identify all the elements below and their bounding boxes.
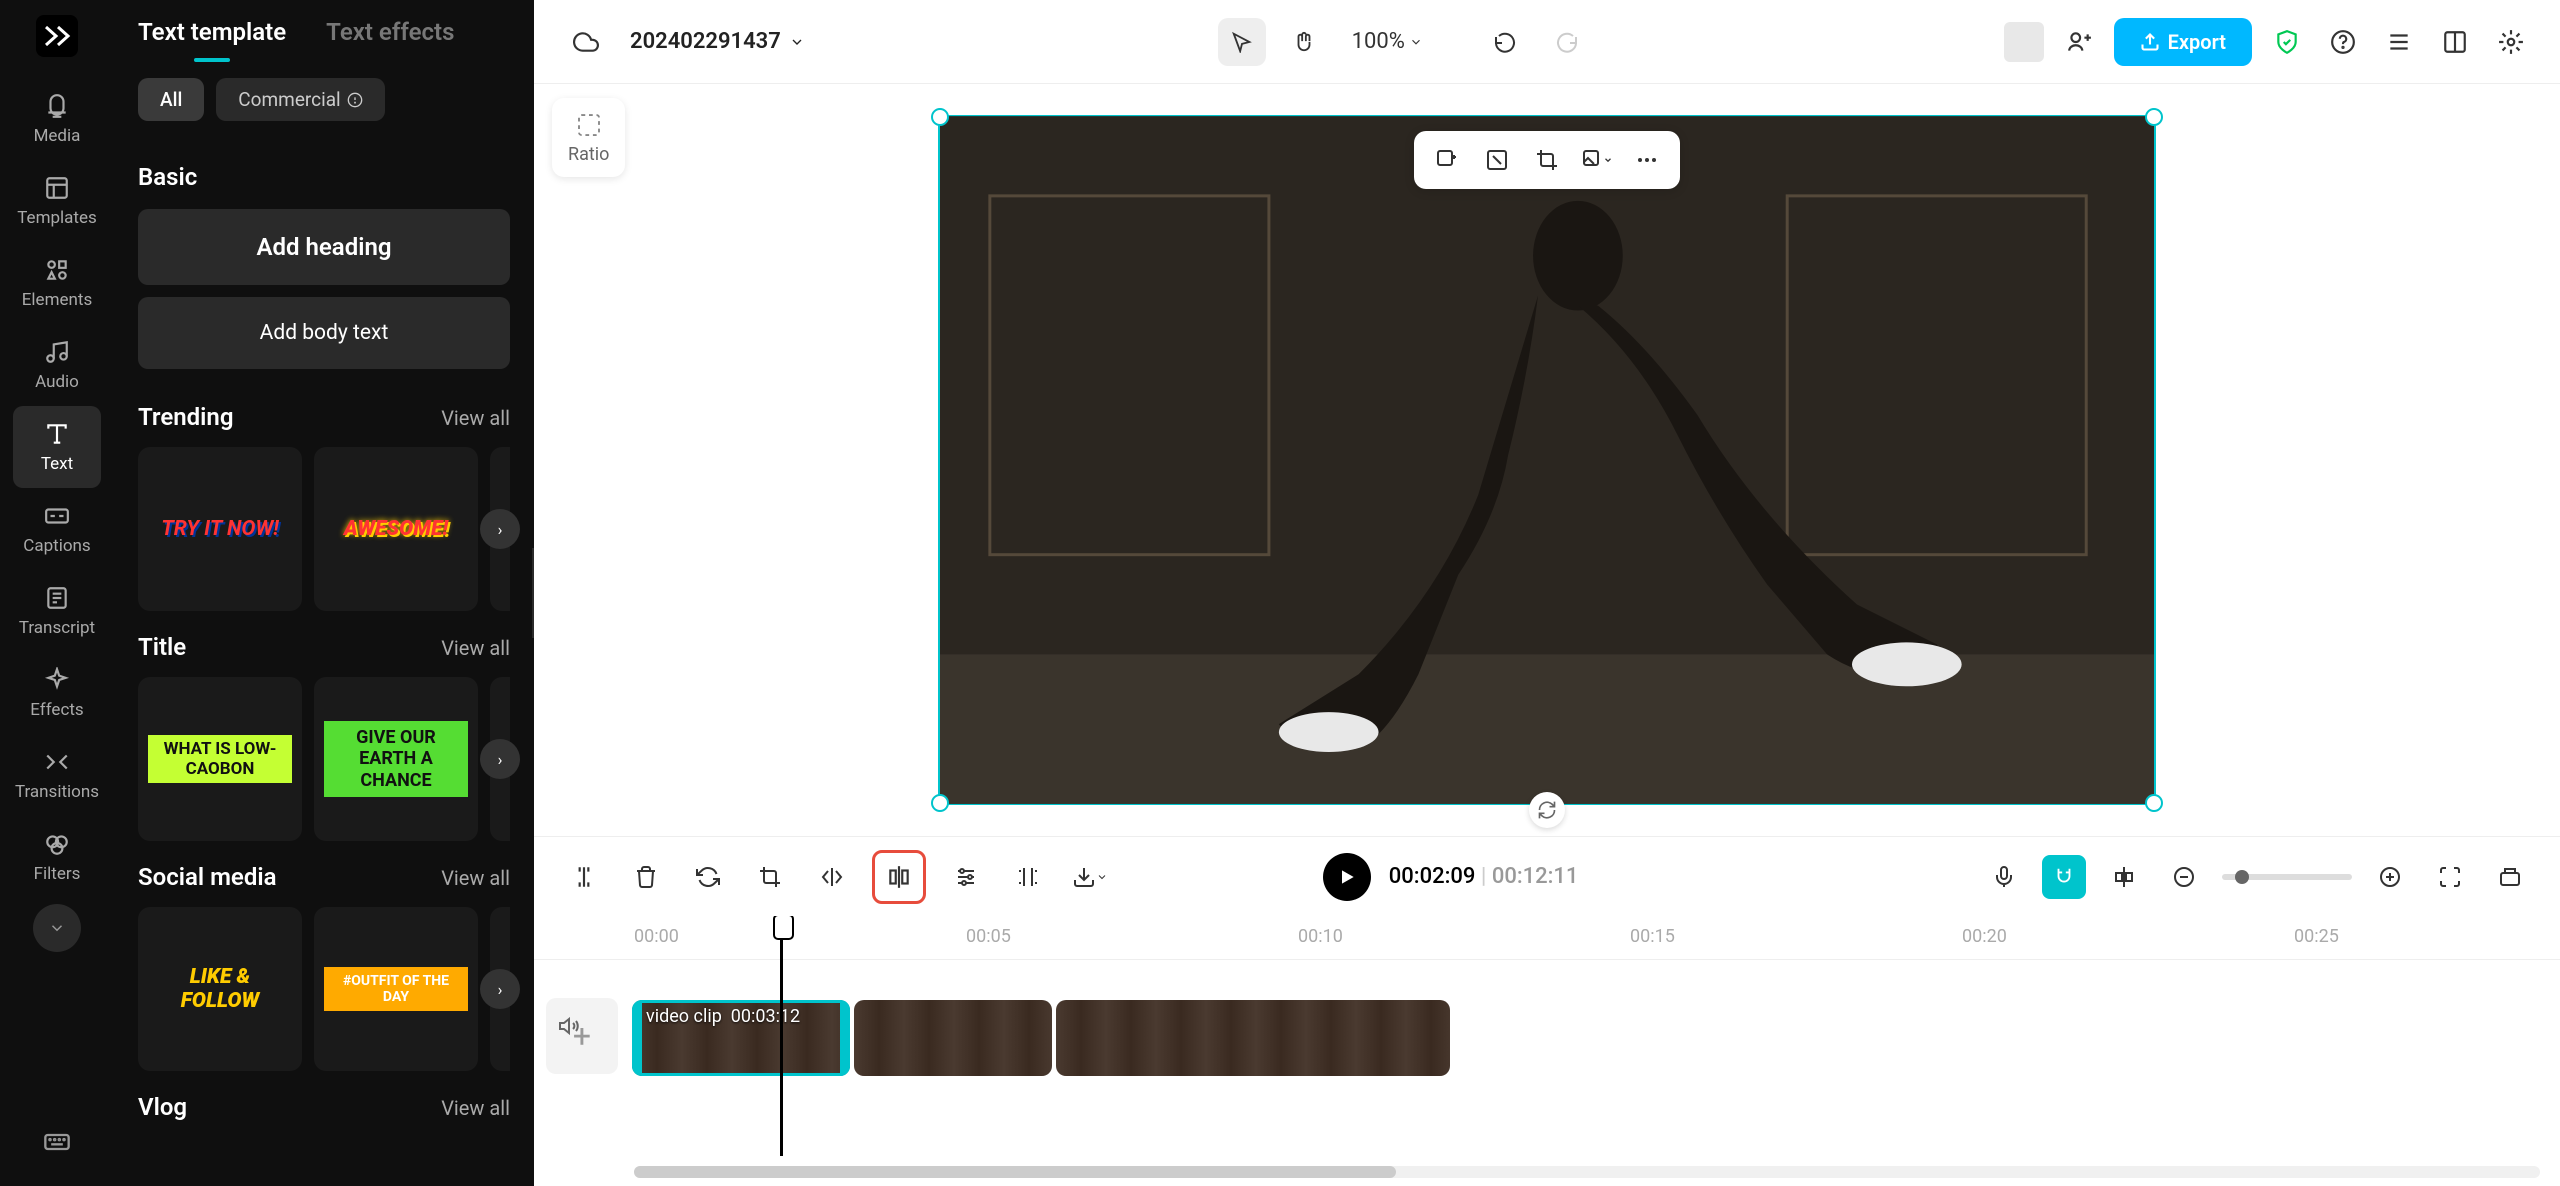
selection-handle[interactable] (931, 794, 949, 812)
ruler-tick: 00:20 (1962, 926, 2007, 947)
keyboard-shortcuts-icon[interactable] (33, 1118, 81, 1166)
replace-icon[interactable] (1576, 139, 1618, 181)
playhead[interactable] (780, 916, 783, 1156)
view-all-vlog[interactable]: View all (441, 1096, 510, 1120)
timeline-clip[interactable] (1056, 1000, 1450, 1076)
track-audio-icon[interactable] (552, 1008, 588, 1044)
ruler-tick: 00:25 (2294, 926, 2339, 947)
delete-icon[interactable] (624, 855, 668, 899)
row-next-icon[interactable]: › (480, 509, 520, 549)
cursor-tool-icon[interactable] (1218, 18, 1266, 66)
timeline-clip[interactable]: video clip 00:03:12 (632, 1000, 850, 1076)
crop-icon[interactable] (748, 855, 792, 899)
nav-text[interactable]: Text (13, 406, 101, 488)
zoom-out-icon[interactable] (2162, 855, 2206, 899)
download-icon[interactable] (1068, 855, 1112, 899)
nav-media[interactable]: Media (13, 78, 101, 160)
ruler-tick: 00:15 (1630, 926, 1675, 947)
mirror-icon[interactable] (810, 855, 854, 899)
more-options-icon[interactable] (1626, 139, 1668, 181)
project-name[interactable]: 202402291437 (630, 29, 805, 54)
view-all-trending[interactable]: View all (441, 406, 510, 430)
hand-tool-icon[interactable] (1280, 18, 1328, 66)
help-icon[interactable] (2322, 21, 2364, 63)
selection-handle[interactable] (2145, 794, 2163, 812)
layout-icon[interactable] (2434, 21, 2476, 63)
nav-effects[interactable]: Effects (13, 652, 101, 734)
time-display: 00:02:09 | 00:12:11 (1389, 864, 1579, 889)
undo-icon[interactable] (1481, 18, 1529, 66)
export-button[interactable]: Export (2114, 18, 2252, 66)
template-card[interactable]: #OUTFIT OF THE DAY (314, 907, 478, 1071)
nav-elements[interactable]: Elements (13, 242, 101, 324)
flip-vertical-icon[interactable] (872, 850, 926, 904)
ruler-tick: 00:00 (634, 926, 679, 947)
section-social: Social media (138, 863, 276, 891)
timeline-clip[interactable] (854, 1000, 1052, 1076)
section-trending: Trending (138, 403, 233, 431)
view-all-title[interactable]: View all (441, 636, 510, 660)
app-logo[interactable] (33, 12, 81, 60)
crop-canvas-icon[interactable] (1526, 139, 1568, 181)
template-card[interactable]: GIVE OUR EARTH A CHANCE (314, 677, 478, 841)
settings-icon[interactable] (2490, 21, 2532, 63)
expand-icon[interactable] (2488, 855, 2532, 899)
remove-bg-icon[interactable] (1476, 139, 1518, 181)
nav-transitions[interactable]: Transitions (13, 734, 101, 816)
fit-icon[interactable] (2428, 855, 2472, 899)
redo-icon[interactable] (1543, 18, 1591, 66)
timeline-ruler[interactable]: 00:00 00:05 00:10 00:15 00:20 00:25 (534, 916, 2560, 960)
add-image-icon[interactable] (1426, 139, 1468, 181)
row-next-icon[interactable]: › (480, 739, 520, 779)
ratio-button[interactable]: Ratio (552, 98, 625, 177)
zoom-slider[interactable] (2222, 874, 2352, 880)
adjust-icon[interactable] (944, 855, 988, 899)
nav-filters[interactable]: Filters (13, 816, 101, 898)
selection-handle[interactable] (2145, 108, 2163, 126)
retry-icon[interactable] (686, 855, 730, 899)
filter-all[interactable]: All (138, 78, 204, 121)
nav-more[interactable] (33, 904, 81, 952)
microphone-icon[interactable] (1982, 855, 2026, 899)
section-title-cat: Title (138, 633, 186, 661)
tab-text-effects[interactable]: Text effects (326, 18, 454, 60)
row-next-icon[interactable]: › (480, 969, 520, 1009)
align-icon[interactable] (2102, 855, 2146, 899)
ruler-tick: 00:05 (966, 926, 1011, 947)
section-vlog: Vlog (138, 1093, 187, 1121)
avatar[interactable] (2004, 22, 2044, 62)
view-all-social[interactable]: View all (441, 866, 510, 890)
nav-audio[interactable]: Audio (13, 324, 101, 406)
zoom-in-icon[interactable] (2368, 855, 2412, 899)
canvas-frame[interactable]: ▼ (938, 115, 2156, 805)
nav-captions[interactable]: Captions (13, 488, 101, 570)
cloud-sync-icon[interactable] (562, 18, 610, 66)
template-card[interactable]: AWESOME! (314, 447, 478, 611)
add-heading-button[interactable]: Add heading (138, 209, 510, 285)
template-card[interactable]: WHAT IS LOW-CAOBON (138, 677, 302, 841)
play-button[interactable] (1323, 853, 1371, 901)
nav-transcript[interactable]: Transcript (13, 570, 101, 652)
tab-text-template[interactable]: Text template (138, 18, 286, 60)
invite-icon[interactable] (2058, 21, 2100, 63)
selection-handle[interactable] (931, 108, 949, 126)
freeze-icon[interactable] (1006, 855, 1050, 899)
section-basic: Basic (138, 163, 510, 191)
template-card[interactable]: LIKE & FOLLOW (138, 907, 302, 1071)
timeline-scrollbar[interactable] (634, 1166, 2540, 1178)
nav-templates[interactable]: Templates (13, 160, 101, 242)
canvas-preview-image (940, 117, 2154, 803)
layers-icon[interactable] (2378, 21, 2420, 63)
ruler-tick: 00:10 (1298, 926, 1343, 947)
regenerate-icon[interactable] (1529, 792, 1565, 828)
magnet-icon[interactable] (2042, 855, 2086, 899)
filter-commercial[interactable]: Commercial (216, 78, 384, 121)
zoom-level[interactable]: 100% (1342, 29, 1433, 54)
shield-icon[interactable] (2266, 21, 2308, 63)
template-card[interactable]: TRY IT NOW! (138, 447, 302, 611)
split-icon[interactable] (562, 855, 606, 899)
add-body-text-button[interactable]: Add body text (138, 297, 510, 369)
